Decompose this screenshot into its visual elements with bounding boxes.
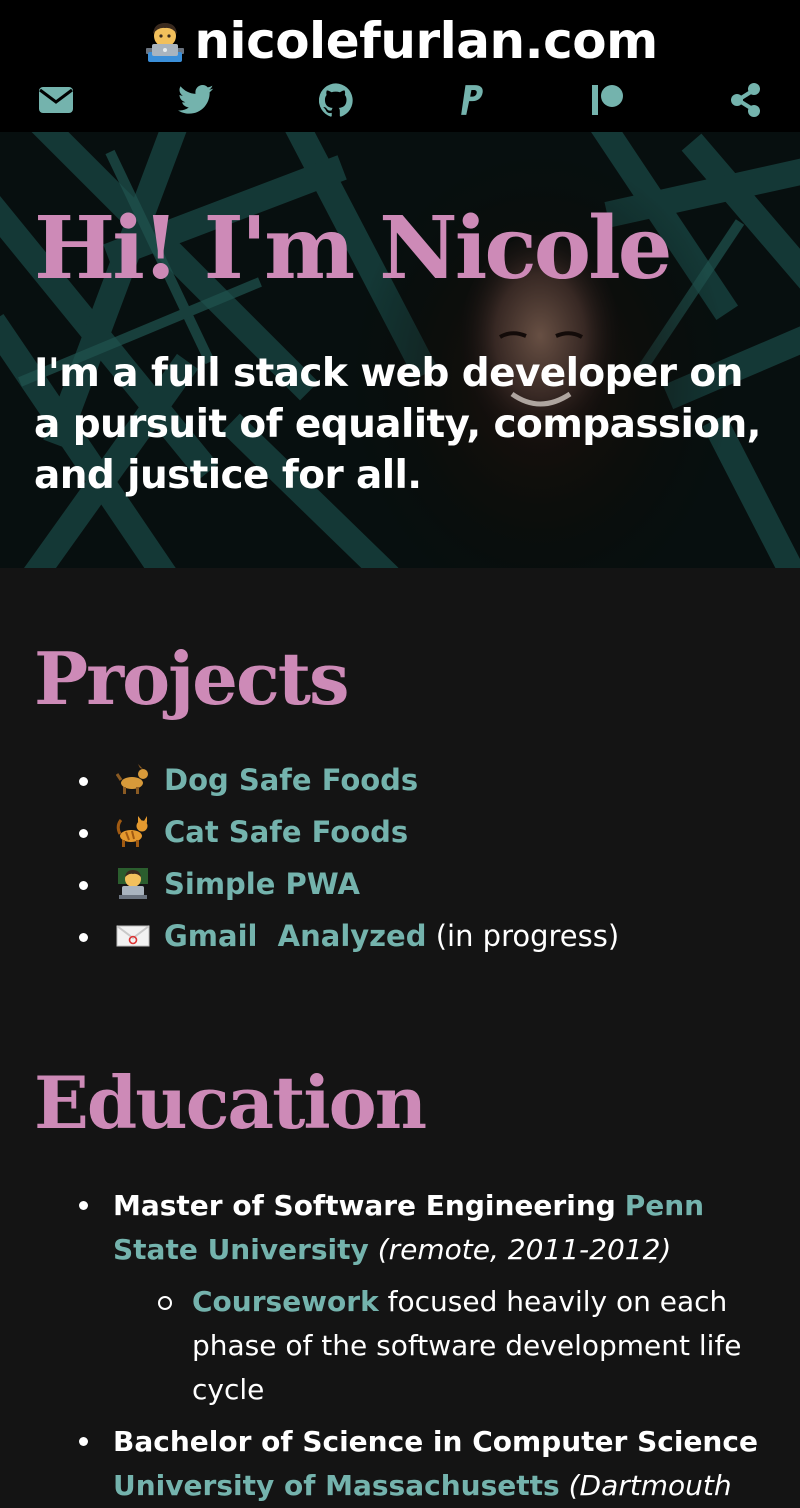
technologist-icon	[116, 864, 150, 899]
projects-heading: Projects	[34, 636, 350, 721]
github-link[interactable]	[316, 82, 356, 118]
site-title[interactable]: nicolefurlan.com	[0, 8, 800, 74]
site-header: nicolefurlan.com	[0, 0, 800, 132]
cat-icon	[116, 812, 150, 847]
projects-list: Dog Safe Foods Cat Safe Foods Simple PWA…	[0, 754, 800, 962]
list-item: Cat Safe Foods	[0, 806, 800, 858]
paypal-link[interactable]	[452, 82, 492, 118]
hero-title: Hi! I'm Nicole	[34, 198, 673, 299]
project-note: (in progress)	[426, 919, 620, 953]
hero-banner: Hi! I'm Nicole I'm a full stack web deve…	[0, 132, 800, 568]
gmail-analyzed-link[interactable]: Gmail Analyzed	[164, 919, 426, 953]
paypal-icon	[461, 85, 483, 115]
hero-subtitle: I'm a full stack web developer on a purs…	[34, 351, 761, 498]
list-item: Coursework focused heavily on each phase…	[113, 1280, 776, 1412]
degree-note: (remote, 2011-2012)	[377, 1233, 672, 1266]
site-title-text: nicolefurlan.com	[194, 12, 658, 70]
list-item: Bachelor of Science in Computer Science …	[0, 1420, 800, 1508]
degree-note: (Dartmouth	[568, 1469, 732, 1502]
list-item: Dog Safe Foods	[0, 754, 800, 806]
github-icon	[319, 83, 353, 117]
email-icon	[39, 87, 73, 113]
list-item: Master of Software Engineering Penn Stat…	[0, 1184, 800, 1412]
technologist-emoji-icon	[142, 14, 188, 62]
coursework-link[interactable]: Coursework	[192, 1285, 379, 1318]
dog-icon	[115, 760, 150, 794]
dog-safe-foods-link[interactable]: Dog Safe Foods	[164, 763, 418, 797]
simple-pwa-link[interactable]: Simple PWA	[164, 867, 360, 901]
umass-link[interactable]: University of Massachusetts	[113, 1469, 560, 1502]
degree-title: Bachelor of Science in Computer Science	[113, 1425, 758, 1458]
patreon-link[interactable]	[588, 82, 628, 118]
share-link[interactable]	[726, 82, 766, 118]
education-list: Master of Software Engineering Penn Stat…	[0, 1184, 800, 1508]
share-icon	[731, 83, 760, 117]
degree-title: Master of Software Engineering	[113, 1189, 616, 1222]
list-item: Gmail Analyzed (in progress)	[0, 910, 800, 962]
patreon-icon	[592, 85, 623, 115]
list-item: Simple PWA	[0, 858, 800, 910]
twitter-link[interactable]	[176, 82, 216, 118]
cat-safe-foods-link[interactable]: Cat Safe Foods	[164, 815, 408, 849]
sub-list: Coursework focused heavily on each phase…	[113, 1280, 776, 1412]
twitter-icon	[178, 85, 214, 114]
email-link[interactable]	[36, 82, 76, 118]
education-heading: Education	[34, 1060, 427, 1145]
envelope-icon	[116, 916, 150, 950]
